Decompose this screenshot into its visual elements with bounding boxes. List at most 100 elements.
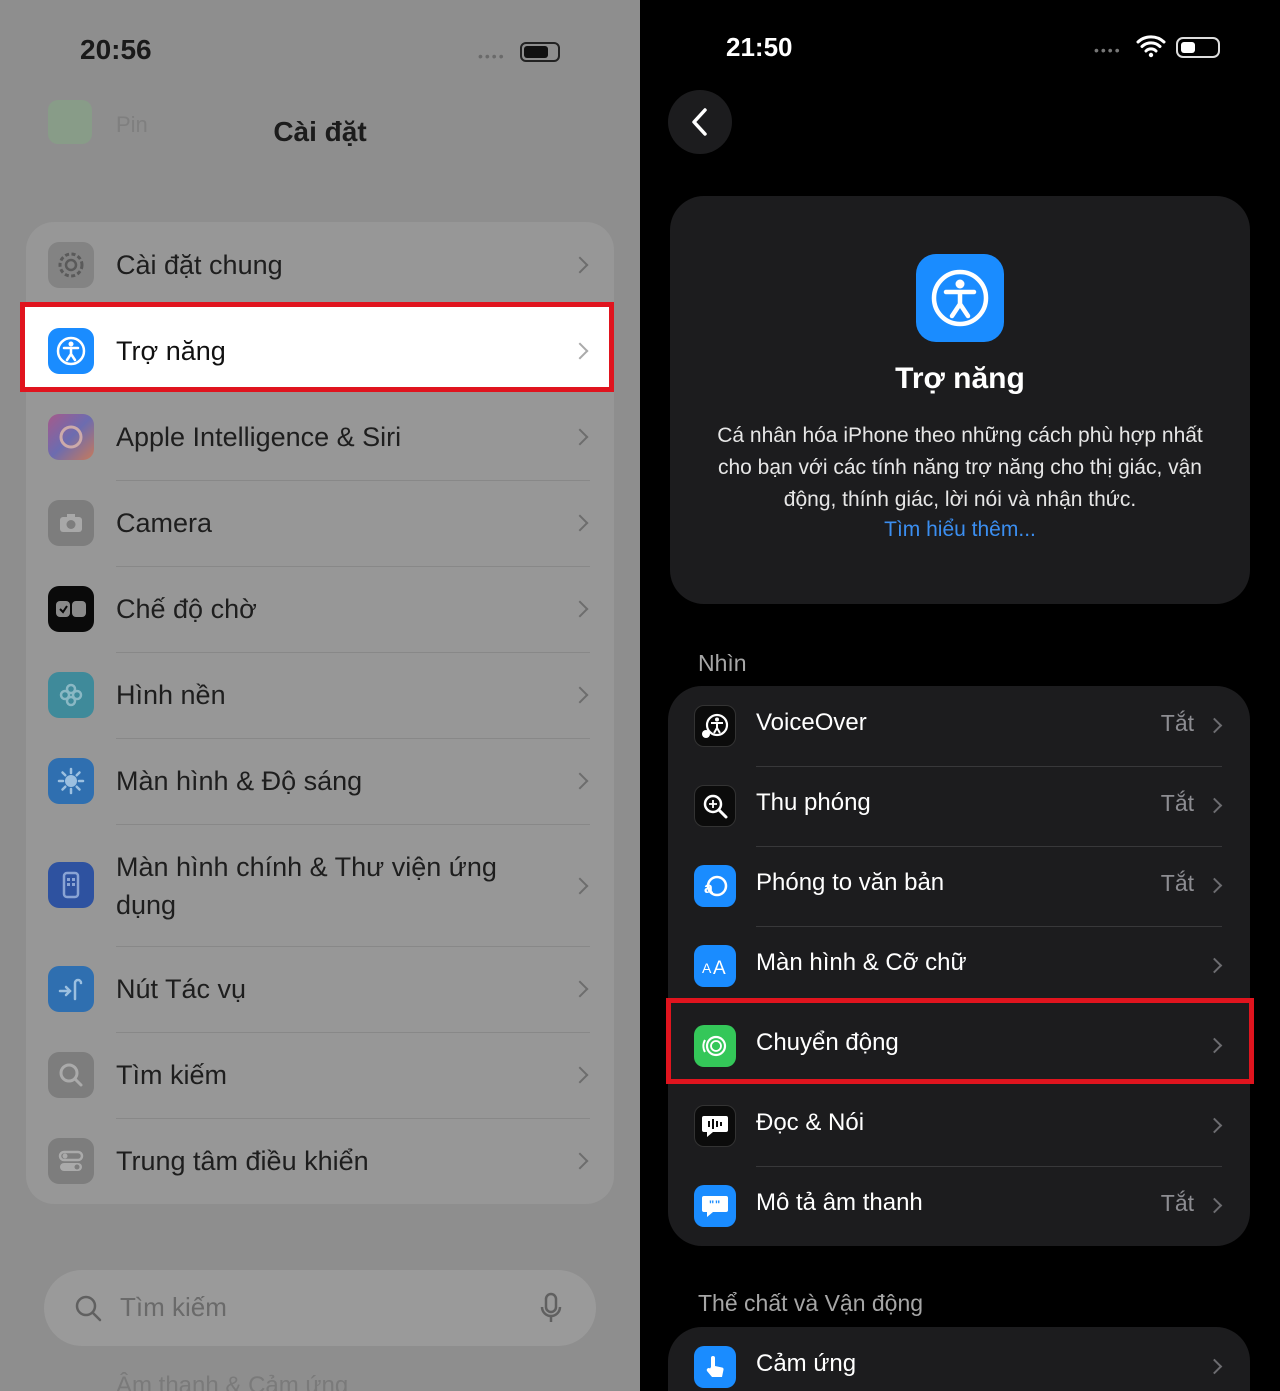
home-screen-icon (48, 862, 94, 908)
settings-item-display-brightness[interactable]: Màn hình & Độ sáng (26, 738, 614, 824)
settings-item-camera[interactable]: Camera (26, 480, 614, 566)
chevron-right-icon (1206, 1197, 1223, 1214)
vision-item-value: Tắt (1160, 710, 1194, 736)
settings-item-general[interactable]: Cài đặt chung (26, 222, 614, 308)
voiceover-icon (694, 705, 736, 747)
highlight-box (666, 998, 1254, 1084)
hover-text-icon: a (694, 865, 736, 907)
chevron-right-icon (571, 980, 589, 998)
vision-item-zoom[interactable]: Thu phóng Tắt (668, 766, 1250, 846)
settings-item-label: Camera (116, 508, 213, 538)
chevron-right-icon (571, 342, 589, 360)
chevron-right-icon (1206, 1117, 1223, 1134)
search-icon (48, 1052, 94, 1098)
chevron-right-icon (571, 514, 589, 532)
vision-item-label: Màn hình & Cỡ chữ (756, 949, 967, 976)
chevron-right-icon (1206, 1358, 1223, 1375)
settings-item-label: Trợ năng (116, 336, 226, 366)
vision-item-label: Phóng to văn bản (756, 869, 945, 896)
ghost-item-label: Âm thanh & Cảm ứng (116, 1372, 349, 1391)
chevron-right-icon (1206, 877, 1223, 894)
status-time: 20:56 (80, 34, 152, 65)
svg-text:": " (709, 1199, 714, 1211)
chevron-right-icon (571, 686, 589, 704)
search-icon (75, 1295, 102, 1322)
section-header-vision: Nhìn (698, 650, 747, 676)
standby-icon (48, 586, 94, 632)
settings-item-wallpaper[interactable]: Hình nền (26, 652, 614, 738)
siri-icon (48, 414, 94, 460)
chevron-right-icon (571, 772, 589, 790)
vision-item-label: Thu phóng (756, 789, 871, 816)
wallpaper-icon (48, 672, 94, 718)
search-input[interactable]: Tìm kiếm (120, 1292, 227, 1323)
vision-item-audio-descriptions[interactable]: " " Mô tả âm thanh Tắt (668, 1166, 1250, 1246)
settings-item-label: Nút Tác vụ (116, 974, 247, 1004)
svg-text:A: A (702, 960, 712, 976)
search-bar[interactable]: Tìm kiếm (44, 1270, 596, 1346)
sun-icon (48, 758, 94, 804)
zoom-icon (694, 785, 736, 827)
vision-item-voiceover[interactable]: VoiceOver Tắt (668, 686, 1250, 766)
microphone-icon[interactable] (540, 1292, 562, 1324)
settings-item-search[interactable]: Tìm kiếm (26, 1032, 614, 1118)
vision-item-value: Tắt (1160, 790, 1194, 816)
page-title: Cài đặt (273, 116, 367, 147)
text-size-icon: AA (694, 945, 736, 987)
touch-icon (694, 1346, 736, 1388)
back-button[interactable] (668, 90, 732, 154)
settings-item-label: Chế độ chờ (116, 594, 257, 624)
settings-item-action-button[interactable]: Nút Tác vụ (26, 946, 614, 1032)
hero-description: Cá nhân hóa iPhone theo những cách phù h… (717, 424, 1203, 511)
vision-item-display-text-size[interactable]: AA Màn hình & Cỡ chữ (668, 926, 1250, 1006)
accessibility-icon (916, 254, 1004, 342)
signal-icon: •••• (478, 48, 506, 64)
settings-item-standby[interactable]: Chế độ chờ (26, 566, 614, 652)
settings-item-label: Apple Intelligence & Siri (116, 422, 402, 452)
settings-item-label: Màn hình chính & Thư viện ứng dụng (116, 852, 497, 920)
settings-item-siri[interactable]: Apple Intelligence & Siri (26, 394, 614, 480)
vision-item-hover-text[interactable]: a Phóng to văn bản Tắt (668, 846, 1250, 926)
chevron-right-icon (571, 877, 589, 895)
accessibility-header-card: Trợ năng Cá nhân hóa iPhone theo những c… (670, 196, 1250, 604)
settings-item-label: Trung tâm điều khiển (116, 1146, 369, 1176)
settings-panel-dimmed: 20:56 •••• Pin Cài đặt Cài đặt chung Trợ… (0, 0, 640, 1391)
spoken-content-icon (694, 1105, 736, 1147)
vision-item-label: VoiceOver (756, 709, 867, 736)
section-header-physical-motor: Thể chất và Vận động (698, 1290, 924, 1316)
chevron-right-icon (1206, 717, 1223, 734)
settings-item-label: Màn hình & Độ sáng (116, 766, 363, 796)
svg-text:": " (715, 1199, 720, 1211)
battery-icon (520, 42, 560, 62)
svg-text:a: a (704, 880, 713, 897)
hero-title: Trợ năng (895, 362, 1025, 395)
battery-icon (1176, 37, 1220, 58)
vision-item-label: Mô tả âm thanh (756, 1189, 923, 1216)
chevron-right-icon (571, 256, 589, 274)
chevron-right-icon (571, 428, 589, 446)
settings-item-label: Hình nền (116, 680, 226, 710)
chevron-right-icon (1206, 797, 1223, 814)
settings-item-accessibility[interactable]: Trợ năng (26, 308, 614, 394)
settings-item-control-center[interactable]: Trung tâm điều khiển (26, 1118, 614, 1204)
signal-icon: •••• (1094, 42, 1122, 58)
chevron-right-icon (1206, 957, 1223, 974)
accessibility-icon (48, 328, 94, 374)
chevron-left-icon (692, 108, 707, 136)
physical-item-label: Cảm ứng (756, 1350, 857, 1377)
vision-item-value: Tắt (1160, 1190, 1194, 1216)
accessibility-panel: 21:50 •••• Trợ năng Cá nhân hóa iPhone t… (640, 0, 1280, 1391)
chevron-right-icon (571, 600, 589, 618)
audio-description-icon: " " (694, 1185, 736, 1227)
physical-item-touch[interactable]: Cảm ứng (668, 1327, 1250, 1391)
settings-item-label: Cài đặt chung (116, 250, 283, 280)
chevron-right-icon (571, 1152, 589, 1170)
chevron-right-icon (571, 1066, 589, 1084)
learn-more-link[interactable]: Tìm hiểu thêm... (670, 518, 1250, 542)
gear-icon (48, 242, 94, 288)
vision-item-value: Tắt (1160, 870, 1194, 896)
status-time: 21:50 (726, 32, 793, 62)
vision-item-spoken-content[interactable]: Đọc & Nói (668, 1086, 1250, 1166)
action-button-icon (48, 966, 94, 1012)
settings-item-home-screen[interactable]: Màn hình chính & Thư viện ứng dụng (26, 824, 614, 946)
